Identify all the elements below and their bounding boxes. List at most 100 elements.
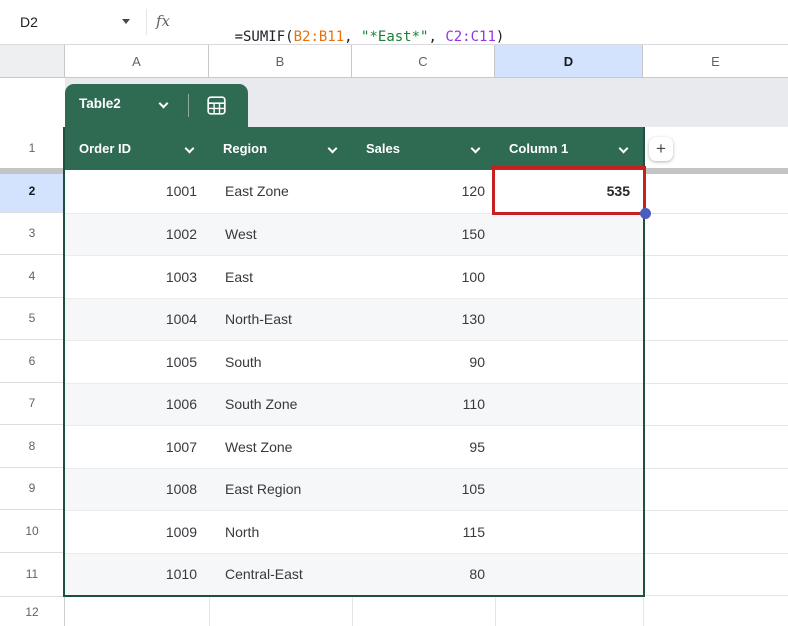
row-header-9[interactable]: 9 <box>0 468 65 511</box>
cell-order-id[interactable]: 1005 <box>65 341 209 383</box>
chevron-down-icon[interactable] <box>619 144 629 154</box>
cell-region[interactable]: Central-East <box>209 554 352 596</box>
spreadsheet-app: D2 fx =SUMIF(B2:B11, "*East*", C2:C11) A… <box>0 0 788 626</box>
cell-column1[interactable] <box>495 554 643 596</box>
table-header-column1[interactable]: Column 1 <box>495 127 643 170</box>
formula-token-function: =SUMIF( <box>235 29 294 45</box>
table-header-order-id[interactable]: Order ID <box>65 127 209 170</box>
gridline <box>645 383 788 384</box>
table-row: 1007 West Zone 95 <box>65 425 643 468</box>
chevron-down-icon[interactable] <box>328 144 338 154</box>
formula-bar-divider <box>146 9 147 35</box>
table-header-row: Order ID Region Sales Column 1 <box>65 127 643 170</box>
cell-column1[interactable] <box>495 426 643 468</box>
table-row: 1008 East Region 105 <box>65 468 643 511</box>
cell-region[interactable]: East Zone <box>209 170 352 213</box>
row-header-8[interactable]: 8 <box>0 425 65 468</box>
cell-sales[interactable]: 100 <box>352 256 495 298</box>
cell-sales[interactable]: 80 <box>352 554 495 596</box>
row-header-2[interactable]: 2 <box>0 170 65 213</box>
table-row: 1003 East 100 <box>65 255 643 298</box>
header-label: Column 1 <box>509 141 568 156</box>
cell-sales[interactable]: 90 <box>352 341 495 383</box>
add-column-button[interactable]: + <box>649 137 673 161</box>
cell-region[interactable]: West Zone <box>209 426 352 468</box>
cell-order-id[interactable]: 1008 <box>65 469 209 511</box>
header-label: Region <box>223 141 267 156</box>
cell-region[interactable]: South <box>209 341 352 383</box>
cell-column1[interactable] <box>495 384 643 426</box>
cell-sales[interactable]: 115 <box>352 511 495 553</box>
gridline <box>495 597 496 626</box>
row-header-4[interactable]: 4 <box>0 255 65 298</box>
select-all-corner[interactable] <box>0 45 65 78</box>
name-box[interactable]: D2 <box>0 0 140 44</box>
cell-sales[interactable]: 150 <box>352 214 495 256</box>
cell-order-id[interactable]: 1004 <box>65 299 209 341</box>
cell-order-id[interactable]: 1007 <box>65 426 209 468</box>
gridline <box>645 595 788 596</box>
cell-order-id[interactable]: 1009 <box>65 511 209 553</box>
cell-region[interactable]: North <box>209 511 352 553</box>
row-header-1[interactable]: 1 <box>0 127 65 170</box>
cell-column1[interactable] <box>495 341 643 383</box>
chevron-down-icon[interactable] <box>159 99 169 109</box>
cell-region[interactable]: East Region <box>209 469 352 511</box>
cell-column1[interactable] <box>495 469 643 511</box>
table-header-region[interactable]: Region <box>209 127 352 170</box>
cell-order-id[interactable]: 1010 <box>65 554 209 596</box>
gridline <box>645 468 788 469</box>
cell-region[interactable]: West <box>209 214 352 256</box>
table-row: 1010 Central-East 80 <box>65 553 643 596</box>
cell-sales[interactable]: 110 <box>352 384 495 426</box>
gridline <box>645 213 788 214</box>
cell-order-id[interactable]: 1006 <box>65 384 209 426</box>
table-row: 1002 West 150 <box>65 213 643 256</box>
cell-order-id[interactable]: 1002 <box>65 214 209 256</box>
cell-region[interactable]: North-East <box>209 299 352 341</box>
cell-column1[interactable] <box>495 214 643 256</box>
table-row: 1006 South Zone 110 <box>65 383 643 426</box>
column-header-d[interactable]: D <box>495 45 643 78</box>
name-box-dropdown-icon[interactable] <box>122 19 130 24</box>
cell-sales[interactable]: 95 <box>352 426 495 468</box>
column-header-a[interactable]: A <box>65 45 209 78</box>
table-row: 1009 North 115 <box>65 510 643 553</box>
formula-token-criteria: "*East*" <box>361 29 428 45</box>
row-header-11[interactable]: 11 <box>0 553 65 598</box>
formula-bar: D2 fx =SUMIF(B2:B11, "*East*", C2:C11) <box>0 0 788 45</box>
table-row: 1005 South 90 <box>65 340 643 383</box>
gridline <box>645 298 788 299</box>
row-header-7[interactable]: 7 <box>0 383 65 426</box>
cell-column1[interactable] <box>495 299 643 341</box>
cell-order-id[interactable]: 1003 <box>65 256 209 298</box>
cell-sales[interactable]: 105 <box>352 469 495 511</box>
row-header-10[interactable]: 10 <box>0 510 65 553</box>
cell-order-id[interactable]: 1001 <box>65 170 209 213</box>
row-header-5[interactable]: 5 <box>0 298 65 341</box>
cell-sales[interactable]: 130 <box>352 299 495 341</box>
cell-sales[interactable]: 120 <box>352 170 495 213</box>
gridline <box>209 597 210 626</box>
column-header-c[interactable]: C <box>352 45 495 78</box>
table-row: 1001 East Zone 120 535 <box>65 170 643 213</box>
chevron-down-icon[interactable] <box>185 144 195 154</box>
column-header-b[interactable]: B <box>209 45 352 78</box>
cell-column1-selected[interactable]: 535 <box>495 170 643 213</box>
table-icon[interactable] <box>206 95 227 121</box>
cell-column1[interactable] <box>495 511 643 553</box>
row-header-3[interactable]: 3 <box>0 213 65 256</box>
cell-column1[interactable] <box>495 256 643 298</box>
table-tab[interactable]: Table2 <box>65 84 248 127</box>
formula-token-range2: C2:C11 <box>445 29 496 45</box>
column-header-e[interactable]: E <box>643 45 788 78</box>
gridline <box>352 597 353 626</box>
cell-region[interactable]: East <box>209 256 352 298</box>
fill-handle[interactable] <box>640 208 651 219</box>
row-header-12[interactable]: 12 <box>0 597 65 626</box>
header-label: Sales <box>366 141 400 156</box>
cell-region[interactable]: South Zone <box>209 384 352 426</box>
table-header-sales[interactable]: Sales <box>352 127 495 170</box>
chevron-down-icon[interactable] <box>471 144 481 154</box>
row-header-6[interactable]: 6 <box>0 340 65 383</box>
